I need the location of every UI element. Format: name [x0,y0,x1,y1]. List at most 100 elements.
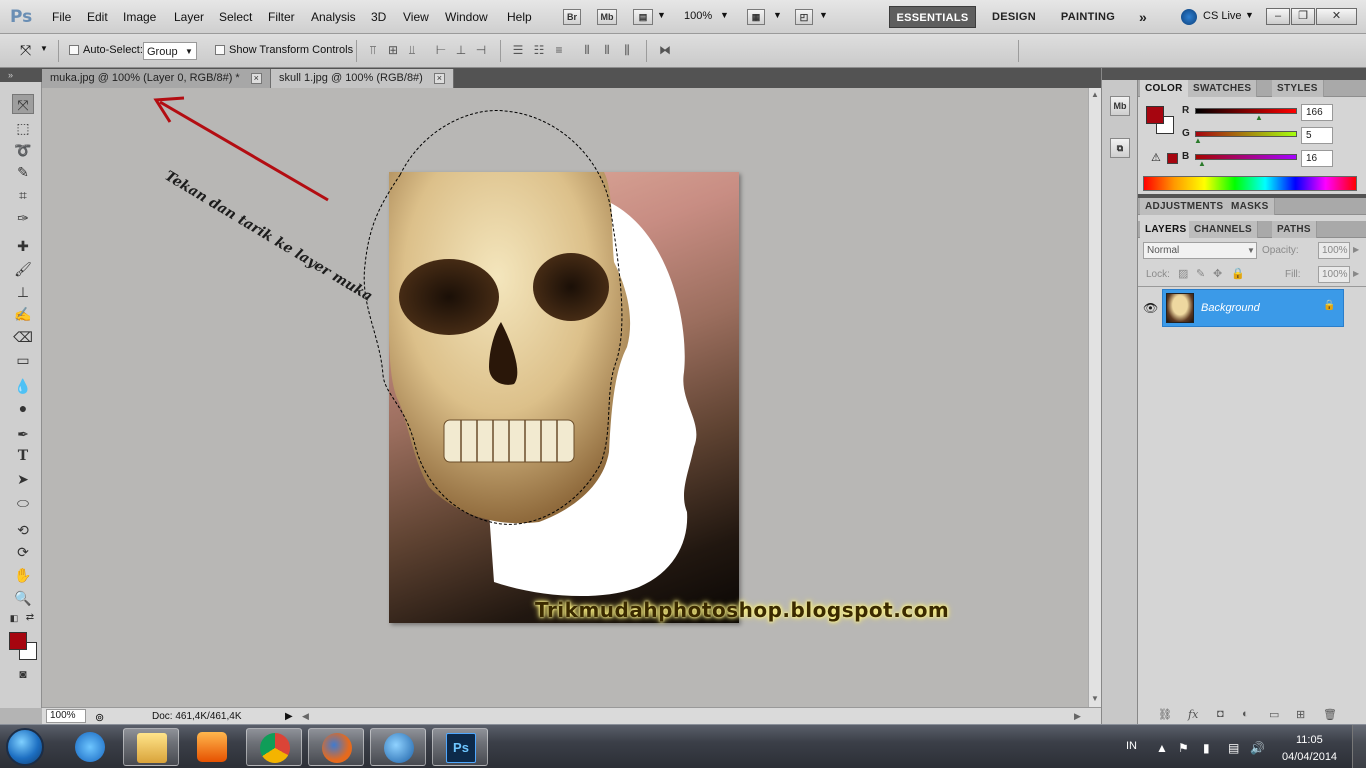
distribute-top-icon[interactable]: ☰ [511,43,525,57]
workspace-painting-button[interactable]: PAINTING [1052,6,1124,28]
menu-filter[interactable]: Filter [268,10,295,24]
new-group-icon[interactable]: ▭ [1269,708,1279,721]
g-value-input[interactable]: 5 [1301,127,1333,144]
start-button[interactable] [6,728,44,766]
r-value-input[interactable]: 166 [1301,104,1333,121]
brush-tool-icon[interactable]: 🖌 [12,259,34,279]
b-value-input[interactable]: 16 [1301,150,1333,167]
lock-all-icon[interactable]: 🔒 [1231,267,1245,280]
menu-layer[interactable]: Layer [174,10,204,24]
tab-skull[interactable]: skull 1.jpg @ 100% (RGB/8#) × [271,69,454,88]
foreground-color-swatch-top[interactable] [9,632,27,650]
quick-selection-tool-icon[interactable]: ✎ [12,162,34,182]
dodge-tool-icon[interactable]: ● [12,398,34,418]
adjustment-layer-icon[interactable]: ◐ [1242,708,1249,720]
menu-help[interactable]: Help [507,10,532,24]
clock-time[interactable]: 11:05 [1296,734,1323,746]
clone-stamp-tool-icon[interactable]: ⊥ [12,282,34,302]
move-tool-icon[interactable]: ⤧ [12,94,34,114]
fill-slider-arrow-icon[interactable]: ▶ [1353,269,1359,278]
more-workspaces-button[interactable]: » [1132,6,1154,28]
align-left-icon[interactable]: ⊢ [434,43,448,57]
auto-select-checkbox[interactable] [69,45,79,55]
tab-styles[interactable]: STYLES [1272,80,1324,97]
tab-muka[interactable]: muka.jpg @ 100% (Layer 0, RGB/8#) * × [42,69,271,88]
gamut-warning-icon[interactable]: ⚠ [1151,151,1161,164]
minibridge-panel-button[interactable]: Mb [1110,96,1130,116]
show-transform-checkbox[interactable] [215,45,225,55]
align-hcenter-icon[interactable]: ⊥ [454,43,468,57]
crop-tool-icon[interactable]: ⌗ [12,185,34,205]
minibridge-button[interactable]: Mb [597,9,617,25]
menu-image[interactable]: Image [123,10,156,24]
scroll-down-icon[interactable]: ▼ [1091,694,1099,703]
close-icon[interactable]: × [433,73,445,84]
vertical-scrollbar[interactable]: ▲ ▼ [1088,88,1101,707]
type-tool-icon[interactable]: T [12,446,34,466]
eye-icon[interactable]: 👁 [1143,301,1158,315]
eyedropper-tool-icon[interactable]: ✑ [12,208,34,228]
screen-mode-button[interactable]: ◰ [795,9,813,25]
distribute-right-icon[interactable]: ⫼ [620,43,634,57]
cs-live-menu[interactable]: CS Live [1203,10,1242,22]
gradient-tool-icon[interactable]: ▭ [12,350,34,370]
fill-input[interactable]: 100% [1318,266,1350,283]
distribute-left-icon[interactable]: ⫴ [580,43,594,57]
tab-color[interactable]: COLOR [1140,80,1189,97]
add-mask-icon[interactable]: ◘ [1217,708,1224,720]
red-slider-thumb[interactable]: ▲ [1255,113,1263,122]
blend-mode-dropdown[interactable]: Normal ▼ [1143,242,1257,259]
menu-view[interactable]: View [403,10,429,24]
fx-icon[interactable]: fx [1188,708,1198,721]
menu-edit[interactable]: Edit [87,10,108,24]
new-layer-icon[interactable]: ⊞ [1296,708,1305,721]
3d-rotate-tool-icon[interactable]: ⟲ [12,520,34,540]
tab-swatches[interactable]: SWATCHES [1188,80,1258,97]
align-vcenter-icon[interactable]: ⊞ [386,43,400,57]
action-center-flag-icon[interactable]: ⚑ [1178,741,1189,755]
minimize-button[interactable]: – [1266,8,1290,25]
history-panel-icon[interactable]: ⧉ [1110,138,1130,158]
move-tool-preset-icon[interactable]: ⤧ [20,42,31,59]
lock-position-icon[interactable]: ✥ [1213,267,1222,280]
taskbar-ie[interactable] [62,728,118,766]
network-icon[interactable]: ▤ [1228,741,1239,755]
zoom-level-dropdown[interactable]: 100% [684,10,712,22]
show-desktop-button[interactable] [1352,725,1366,768]
tab-layers[interactable]: LAYERS [1140,221,1193,238]
lasso-tool-icon[interactable]: ➰ [12,140,34,160]
green-slider[interactable] [1195,131,1297,137]
quick-mask-icon[interactable]: ◙ [12,664,34,684]
pen-tool-icon[interactable]: ✒ [12,424,34,444]
marquee-tool-icon[interactable]: ⬚ [12,118,34,138]
view-extras-button[interactable]: ▤ [633,9,653,25]
eraser-tool-icon[interactable]: ⌫ [12,327,34,347]
distribute-hcenter-icon[interactable]: ⦀ [600,43,614,57]
taskbar-globe[interactable] [370,728,426,766]
workspace-essentials-button[interactable]: ESSENTIALS [889,6,976,28]
auto-align-icon[interactable]: ⧓ [658,43,672,57]
tab-channels[interactable]: CHANNELS [1189,221,1258,238]
power-icon[interactable]: ▮ [1203,741,1210,755]
swap-colors-icon[interactable]: ⇄ [24,612,36,624]
red-slider[interactable] [1195,108,1297,114]
menu-analysis[interactable]: Analysis [311,10,356,24]
arrange-documents-button[interactable]: ▦ [747,9,765,25]
taskbar-firefox[interactable] [308,728,364,766]
menu-select[interactable]: Select [219,10,252,24]
taskbar-media-player[interactable] [184,728,240,766]
menu-window[interactable]: Window [445,10,488,24]
gamut-swatch[interactable] [1167,153,1178,164]
trash-icon[interactable]: 🗑 [1323,708,1337,721]
status-info-icon[interactable]: ⊚ [95,711,104,724]
distribute-bottom-icon[interactable]: ≡ [552,43,566,57]
zoom-tool-icon[interactable]: 🔍 [12,588,34,608]
distribute-vcenter-icon[interactable]: ☷ [532,43,546,57]
color-panel-fg-swatch[interactable] [1146,106,1164,124]
clock-date[interactable]: 04/04/2014 [1282,751,1337,763]
opacity-slider-arrow-icon[interactable]: ▶ [1353,245,1359,254]
zoom-input[interactable]: 100% [46,709,86,723]
chevron-down-icon[interactable]: ▼ [657,10,666,20]
history-brush-tool-icon[interactable]: ✍ [12,304,34,324]
hand-tool-icon[interactable]: ✋ [12,565,34,585]
